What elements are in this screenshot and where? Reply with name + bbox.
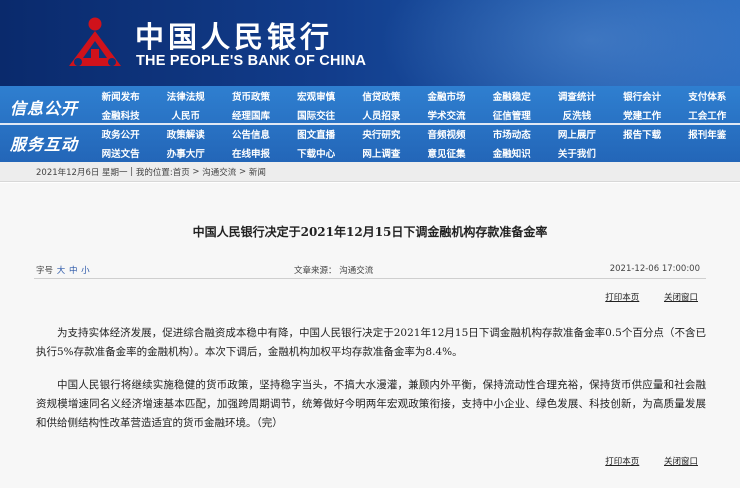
logo-text-en: THE PEOPLE'S BANK OF CHINA (136, 53, 367, 69)
breadcrumb-level2-link[interactable]: 新闻 (249, 166, 266, 178)
nav-item[interactable]: 央行研究 (349, 124, 414, 143)
print-page-link[interactable]: 打印本页 (605, 293, 639, 303)
nav-grid: 新闻发布 法律法规 货币政策 宏观审慎 信贷政策 金融市场 金融稳定 调查统计 … (88, 86, 740, 162)
nav-item[interactable]: 人员招录 (349, 105, 414, 124)
nav-item[interactable]: 工会工作 (675, 105, 740, 124)
logo-text-cn: 中国人民银行 (135, 20, 334, 54)
main-nav: 信息公开 服务互动 新闻发布 法律法规 货币政策 宏观审慎 信贷政策 金融市场 … (0, 86, 740, 162)
nav-item[interactable]: 学术交流 (414, 105, 479, 124)
nav-item[interactable]: 政务公开 (88, 124, 153, 143)
breadcrumb-home-link[interactable]: 首页 (173, 166, 190, 178)
font-size-large-link[interactable]: 大 (57, 266, 66, 276)
breadcrumb-date: 2021年12月6日 星期一 (36, 167, 128, 178)
article-datetime: 2021-12-06 17:00:00 (609, 264, 700, 274)
article-tools-bottom: 打印本页 关闭窗口 (583, 455, 698, 467)
article-paragraph: 中国人民银行将继续实施稳健的货币政策，坚持稳字当头，不搞大水漫灌，兼顾内外平衡，… (36, 379, 706, 429)
breadcrumb-arrow: > (189, 166, 203, 177)
nav-item[interactable]: 法律法规 (153, 86, 218, 105)
font-size-label: 字号 (36, 266, 54, 276)
close-window-link[interactable]: 关闭窗口 (664, 457, 698, 467)
nav-item[interactable]: 图文直播 (284, 124, 349, 143)
nav-item[interactable]: 音频视频 (414, 124, 479, 143)
nav-item[interactable]: 市场动态 (479, 124, 544, 143)
nav-item[interactable]: 政策解读 (153, 124, 218, 143)
font-size-medium-link[interactable]: 中 (69, 266, 78, 276)
meta-divider (34, 278, 706, 279)
breadcrumb-arrow: > (236, 166, 249, 177)
nav-item[interactable]: 宏观审慎 (284, 86, 349, 105)
nav-item[interactable]: 金融知识 (479, 143, 544, 162)
nav-item[interactable]: 在线申报 (218, 143, 283, 162)
breadcrumb-separator: | (127, 166, 136, 177)
breadcrumb-location-label: 我的位置: (135, 167, 173, 178)
nav-item[interactable]: 办事大厅 (153, 143, 218, 162)
site-header: 中国人民银行 THE PEOPLE'S BANK OF CHINA (0, 0, 740, 86)
nav-item[interactable]: 网上展厅 (544, 124, 609, 143)
nav-item[interactable]: 新闻发布 (88, 86, 153, 105)
article-paragraph: 为支持实体经济发展，促进综合融资成本稳中有降，中国人民银行决定于2021年12月… (36, 327, 706, 358)
nav-item[interactable]: 调查统计 (544, 86, 609, 105)
breadcrumb-level1-link[interactable]: 沟通交流 (202, 166, 236, 178)
nav-item[interactable]: 报刊年鉴 (675, 124, 740, 143)
nav-item[interactable]: 支付体系 (675, 86, 740, 105)
nav-label-service: 服务互动 (9, 134, 78, 154)
nav-item[interactable]: 关于我们 (544, 143, 609, 162)
nav-item[interactable]: 网上调查 (349, 143, 414, 162)
nav-item[interactable]: 党建工作 (610, 105, 675, 124)
nav-item[interactable]: 人民币 (153, 105, 218, 124)
article-source: 文章来源： 沟通交流 (294, 266, 374, 276)
article-meta: 字号 大 中 小 文章来源： 沟通交流 2021-12-06 17:00:00 (36, 264, 704, 278)
nav-item[interactable]: 金融稳定 (479, 86, 544, 105)
nav-label-info: 信息公开 (9, 98, 78, 118)
nav-item[interactable]: 货币政策 (218, 86, 283, 105)
nav-item[interactable]: 金融科技 (88, 105, 153, 124)
nav-item[interactable]: 征信管理 (479, 105, 544, 124)
print-page-link[interactable]: 打印本页 (605, 457, 639, 467)
nav-item[interactable]: 信贷政策 (349, 86, 414, 105)
pboc-logo-icon[interactable] (66, 16, 124, 70)
breadcrumb: 2021年12月6日 星期一 | 我的位置: 首页 > 沟通交流 > 新闻 (0, 162, 740, 182)
nav-item[interactable]: 公告信息 (218, 124, 283, 143)
font-size-small-link[interactable]: 小 (81, 266, 90, 276)
nav-item[interactable]: 金融市场 (414, 86, 479, 105)
nav-item[interactable]: 经理国库 (218, 105, 283, 124)
nav-item[interactable]: 下载中心 (284, 143, 349, 162)
article-tools-top: 打印本页 关闭窗口 (583, 291, 698, 303)
article-title: 中国人民银行决定于2021年12月15日下调金融机构存款准备金率 (192, 225, 548, 239)
close-window-link[interactable]: 关闭窗口 (664, 293, 698, 303)
nav-item[interactable]: 反洗钱 (544, 105, 609, 124)
banner-glow (380, 0, 740, 86)
nav-item[interactable]: 国际交往 (284, 105, 349, 124)
nav-item[interactable]: 意见征集 (414, 143, 479, 162)
nav-item[interactable]: 报告下载 (610, 124, 675, 143)
nav-item[interactable]: 银行会计 (610, 86, 675, 105)
font-size-control: 字号 大 中 小 (36, 264, 90, 276)
nav-item[interactable]: 网送文告 (88, 143, 153, 162)
article-panel: 中国人民银行决定于2021年12月15日下调金融机构存款准备金率 字号 大 中 … (0, 183, 740, 488)
